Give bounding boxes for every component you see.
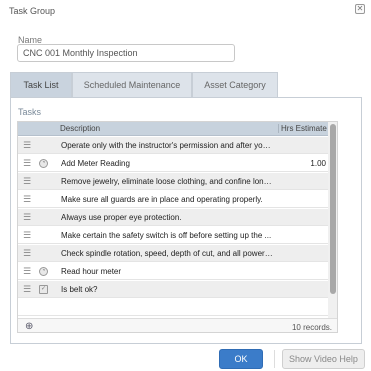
scrollbar-thumb[interactable] [330,124,336,294]
ok-button[interactable]: OK [219,349,263,369]
column-header-hours[interactable]: Hrs Estimate [278,124,328,133]
show-video-help-button[interactable]: Show Video Help [282,349,365,369]
task-description: Operate only with the instructor's permi… [61,141,273,150]
grid-footer: ⊕ 10 records. [18,318,337,332]
dialog-title: Task Group [9,6,56,16]
task-description: Is belt ok? [61,285,98,294]
tasks-grid: Description Hrs Estimate ☰ Operate only … [17,121,338,333]
table-row[interactable]: ☰ Check spindle rotation, speed, depth o… [18,245,328,262]
drag-handle-icon[interactable]: ☰ [23,249,32,258]
grid-header: Description Hrs Estimate [18,122,328,136]
button-separator [274,350,275,368]
meter-icon: ◔ [39,267,48,276]
add-task-icon[interactable]: ⊕ [25,322,35,332]
table-row[interactable]: ☰ Remove jewelry, eliminate loose clothi… [18,173,328,190]
task-description: Check spindle rotation, speed, depth of … [61,249,273,258]
task-hours: 1.00 [310,159,326,168]
table-row[interactable]: ☰ Make sure all guards are in place and … [18,191,328,208]
task-description: Add Meter Reading [61,159,130,168]
tasks-section-label: Tasks [18,107,42,117]
drag-handle-icon[interactable]: ☰ [23,285,32,294]
drag-handle-icon[interactable]: ☰ [23,267,32,276]
record-count: 10 records. [291,323,332,332]
drag-handle-icon[interactable]: ☰ [23,177,32,186]
table-row[interactable]: ☰ Make certain the safety switch is off … [18,227,328,244]
drag-handle-icon[interactable]: ☰ [23,159,32,168]
task-description: Make certain the safety switch is off be… [61,231,272,240]
drag-handle-icon[interactable]: ☰ [23,141,32,150]
table-row[interactable]: ☰ ◔ Read hour meter [18,263,328,280]
table-row[interactable]: ☰ Operate only with the instructor's per… [18,137,328,154]
title-bar: Task Group ✕ [0,0,371,22]
meter-icon: ◔ [39,159,48,168]
grid-scrollbar[interactable] [328,122,337,318]
close-icon[interactable]: ✕ [355,4,365,14]
tab-asset-category[interactable]: Asset Category [192,72,278,97]
task-group-dialog: Task Group ✕ Name CNC 001 Monthly Inspec… [0,0,371,371]
table-row[interactable]: ☰ ✓ Is belt ok? [18,281,328,298]
column-header-description[interactable]: Description [60,124,100,133]
drag-handle-icon[interactable]: ☰ [23,195,32,204]
name-input[interactable]: CNC 001 Monthly Inspection [17,44,235,62]
drag-handle-icon[interactable]: ☰ [23,213,32,222]
tab-scheduled-maintenance[interactable]: Scheduled Maintenance [72,72,192,97]
task-description: Read hour meter [61,267,122,276]
table-row[interactable]: ☰ Always use proper eye protection. [18,209,328,226]
table-row[interactable] [18,299,328,316]
task-description: Make sure all guards are in place and op… [61,195,263,204]
drag-handle-icon[interactable]: ☰ [23,231,32,240]
checkbox-icon: ✓ [39,285,48,294]
task-description: Remove jewelry, eliminate loose clothing… [61,177,273,186]
tab-task-list[interactable]: Task List [10,72,72,97]
table-row[interactable]: ☰ ◔ Add Meter Reading 1.00 [18,155,328,172]
task-description: Always use proper eye protection. [61,213,182,222]
